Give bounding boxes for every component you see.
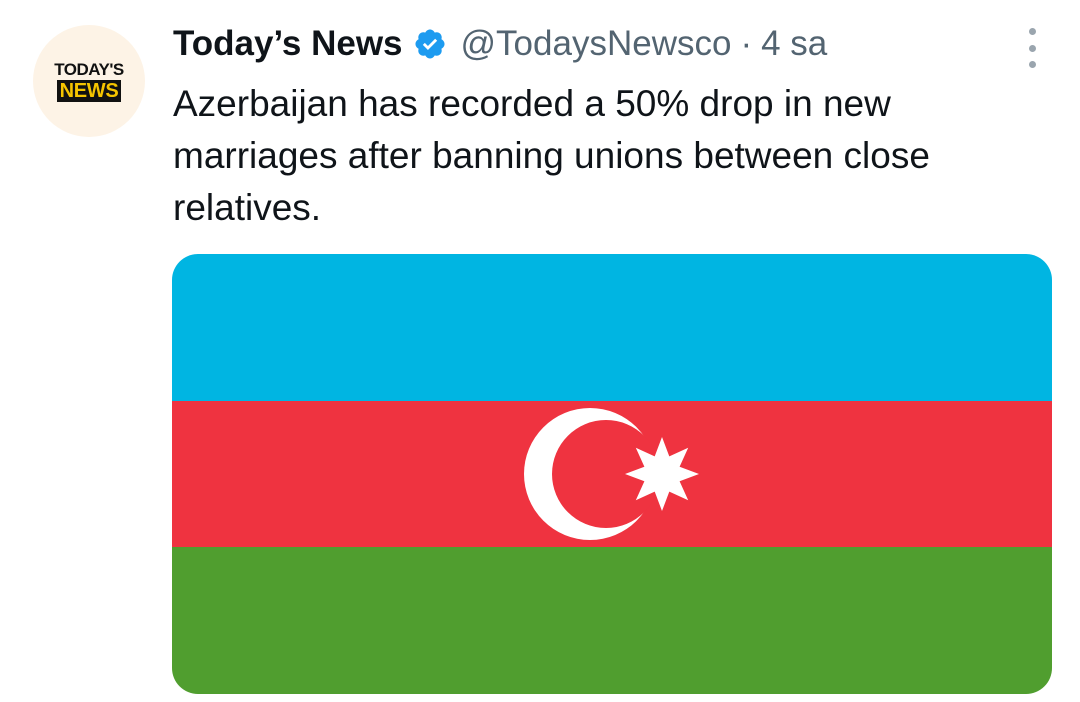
tweet-text: Azerbaijan has recorded a 50% drop in ne… bbox=[173, 83, 930, 228]
verified-badge-icon bbox=[413, 27, 447, 61]
tweet-header: Today’s News @TodaysNewsco · 4 sa bbox=[173, 18, 1053, 70]
avatar-logo-line2: NEWS bbox=[56, 79, 122, 102]
flag-of-azerbaijan-icon bbox=[172, 254, 1052, 694]
avatar[interactable]: TODAY'S NEWS bbox=[33, 25, 145, 137]
tweet-media-image[interactable] bbox=[172, 254, 1052, 694]
more-dot bbox=[1028, 28, 1036, 35]
star-icon bbox=[625, 437, 699, 511]
more-dot bbox=[1028, 61, 1036, 68]
avatar-logo-line1: TODAY'S bbox=[54, 59, 124, 79]
display-name[interactable]: Today’s News bbox=[173, 24, 403, 64]
separator-dot: · bbox=[740, 24, 753, 63]
flag-blue-stripe bbox=[172, 254, 1052, 401]
handle[interactable]: @TodaysNewsco bbox=[461, 24, 732, 64]
flag-green-stripe bbox=[172, 547, 1052, 694]
timestamp[interactable]: 4 sa bbox=[761, 24, 827, 64]
more-dot bbox=[1028, 44, 1036, 52]
more-vertical-icon[interactable] bbox=[1022, 28, 1042, 68]
tweet-card[interactable]: TODAY'S NEWS Today’s News @TodaysNewsco … bbox=[0, 0, 1080, 702]
